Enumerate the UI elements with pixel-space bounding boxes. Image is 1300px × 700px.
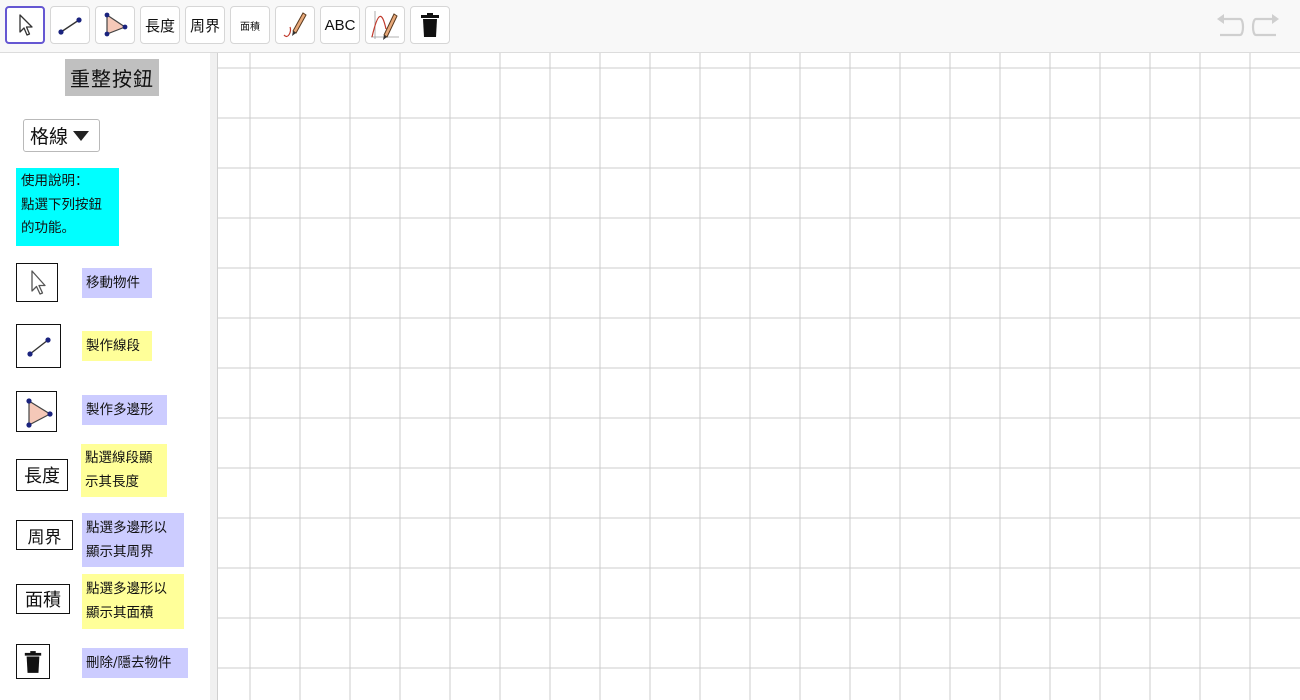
move-tool-button[interactable] <box>5 6 45 44</box>
grid-dropdown-value: 格線 <box>30 126 69 148</box>
segment-icon <box>26 337 51 357</box>
legend-length-icon-box[interactable]: 長度 <box>16 459 68 491</box>
legend-label-line: 移動物件 <box>86 275 140 291</box>
legend-label-line: 製作線段 <box>86 338 140 354</box>
legend-area-icon-text: 面積 <box>25 590 61 611</box>
area-tool-button[interactable]: 面積 <box>230 6 270 44</box>
pen-tool-button[interactable] <box>275 6 315 44</box>
legend-perimeter-icon-box[interactable]: 周界 <box>16 520 73 550</box>
cursor-arrow-icon <box>31 269 46 295</box>
function-pen-tool-button[interactable] <box>365 6 405 44</box>
graphics-view[interactable] <box>218 53 1300 700</box>
legend-segment-icon-box[interactable] <box>16 324 61 368</box>
legend-delete-label: 刪除/隱去物件 <box>82 648 188 678</box>
grid-dropdown[interactable]: 格線 <box>23 119 100 152</box>
instructions-line: 使用說明： <box>21 173 89 189</box>
legend-label-line: 點選多邊形以 <box>86 520 167 536</box>
legend-move-label: 移動物件 <box>82 268 152 298</box>
legend-label-line: 製作多邊形 <box>86 402 154 418</box>
legend-perimeter-icon-text: 周界 <box>27 527 62 548</box>
text-tool-button[interactable]: ABC <box>320 6 360 44</box>
legend-label-line: 顯示其面積 <box>86 605 154 621</box>
toolbar: 長度 周界 面積 ABC <box>0 0 1300 53</box>
polygon-tool-button[interactable] <box>95 6 135 44</box>
legend-area-label: 點選多邊形以 顯示其面積 <box>82 574 184 629</box>
cursor-arrow-icon <box>19 14 33 36</box>
legend-length-icon-text: 長度 <box>24 466 60 487</box>
perimeter-tool-button[interactable]: 周界 <box>185 6 225 44</box>
undo-button[interactable] <box>1214 12 1246 40</box>
delete-tool-button[interactable] <box>410 6 450 44</box>
legend-polygon-icon-box[interactable] <box>16 391 57 432</box>
perimeter-tool-label: 周界 <box>189 16 220 35</box>
instructions-line: 點選下列按鈕 <box>21 196 102 213</box>
redo-icon <box>1251 14 1279 37</box>
trash-icon <box>24 650 42 673</box>
pen-icon <box>283 12 307 38</box>
function-pen-icon <box>371 11 399 40</box>
legend-perimeter-label: 點選多邊形以 顯示其周界 <box>82 513 184 567</box>
trash-icon <box>421 13 439 37</box>
legend-label-line: 示其長度 <box>85 474 139 490</box>
legend-segment-label: 製作線段 <box>82 331 152 361</box>
legend-delete-icon-box[interactable] <box>16 644 50 679</box>
length-tool-button[interactable]: 長度 <box>140 6 180 44</box>
polygon-icon <box>25 397 53 428</box>
legend-label-line: 刪除/隱去物件 <box>86 655 172 671</box>
legend-length-label: 點選線段顯 示其長度 <box>81 444 167 497</box>
undo-icon <box>1217 14 1245 37</box>
panel-divider-handle[interactable] <box>210 53 218 700</box>
legend-label-line: 點選多邊形以 <box>86 581 167 597</box>
segment-tool-button[interactable] <box>50 6 90 44</box>
sidebar: 重整按鈕 格線 使用說明： 點選下列按鈕 的功能。 移動物件 製作線段 製作多邊… <box>0 53 210 700</box>
reset-button[interactable]: 重整按鈕 <box>65 59 159 96</box>
polygon-icon <box>104 12 128 37</box>
instructions-note: 使用說明： 點選下列按鈕 的功能。 <box>16 168 119 246</box>
legend-area-icon-box[interactable]: 面積 <box>16 584 70 614</box>
legend-label-line: 顯示其周界 <box>86 544 154 560</box>
instructions-line: 的功能。 <box>21 220 75 236</box>
legend-polygon-label: 製作多邊形 <box>82 395 167 425</box>
length-tool-label: 長度 <box>144 16 175 35</box>
triangle-down-icon <box>73 130 90 141</box>
legend-move-icon-box[interactable] <box>16 263 58 302</box>
area-tool-label: 面積 <box>240 21 260 33</box>
legend-label-line: 點選線段顯 <box>85 450 153 466</box>
redo-button[interactable] <box>1250 12 1282 40</box>
segment-icon <box>58 17 82 35</box>
grid-lines <box>218 53 1300 700</box>
text-tool-label: ABC <box>324 16 356 34</box>
